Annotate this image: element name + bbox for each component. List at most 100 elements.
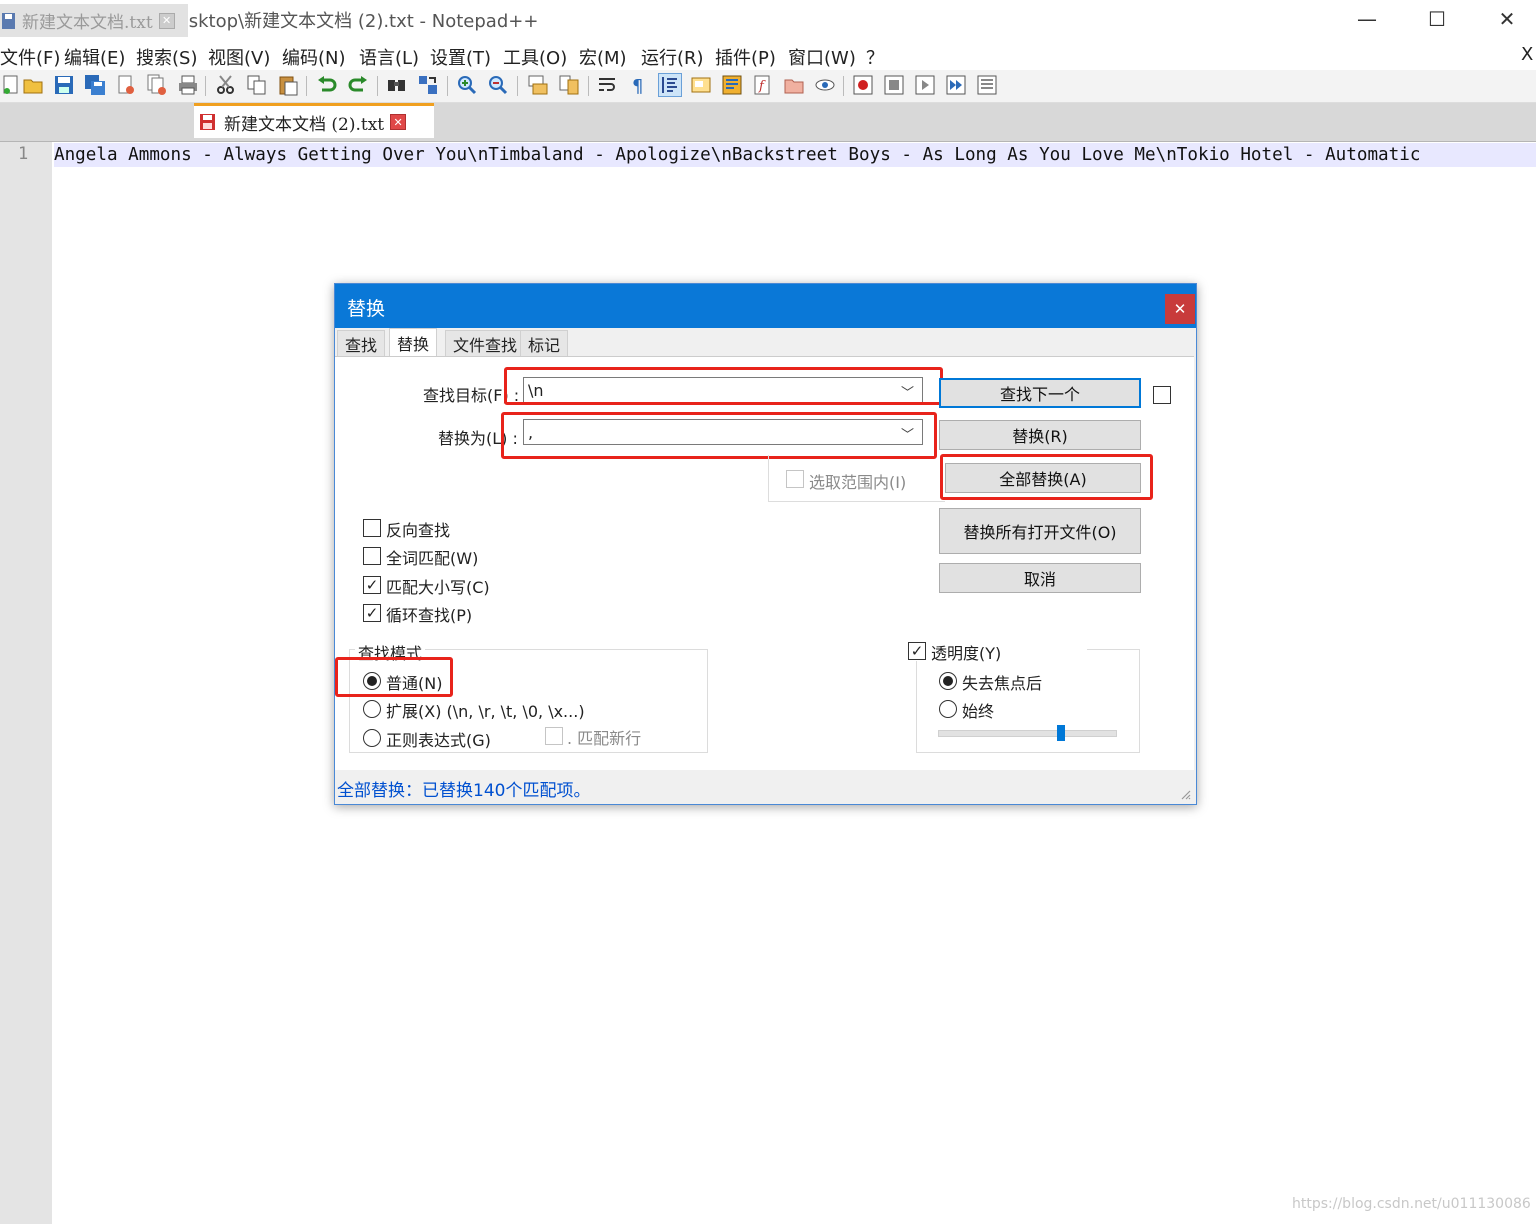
- sync-vertical-icon[interactable]: [527, 74, 549, 96]
- toolbar-separator: [588, 76, 589, 96]
- save-icon[interactable]: [53, 74, 75, 96]
- paste-icon[interactable]: [277, 74, 299, 96]
- menu-run[interactable]: 运行(R): [641, 44, 704, 70]
- function-list-icon[interactable]: [721, 74, 743, 96]
- minimize-button[interactable]: —: [1332, 0, 1402, 38]
- cut-icon[interactable]: [215, 74, 237, 96]
- doc-map-icon[interactable]: [690, 74, 712, 96]
- always-radio[interactable]: [939, 700, 957, 718]
- watermark: https://blog.csdn.net/u011130086: [1292, 1196, 1531, 1212]
- record-macro-icon[interactable]: [852, 74, 874, 96]
- menu-edit[interactable]: 编辑(E): [64, 44, 125, 70]
- close-all-icon[interactable]: [146, 74, 168, 96]
- close-document-button[interactable]: X: [1521, 44, 1533, 65]
- find-next-option-checkbox[interactable]: [1153, 386, 1171, 404]
- dot-newline-checkbox[interactable]: [545, 727, 563, 745]
- title-bar: *C:\Users\dfwd\Desktop\新建文本文档 (2).txt - …: [0, 0, 1536, 38]
- menu-file[interactable]: 文件(F): [0, 44, 60, 70]
- lang-icon[interactable]: f: [752, 74, 774, 96]
- undo-icon[interactable]: [316, 74, 338, 96]
- save-all-icon[interactable]: [84, 74, 106, 96]
- toolbar-separator: [517, 76, 518, 96]
- word-wrap-icon[interactable]: [597, 74, 619, 96]
- show-all-chars-icon[interactable]: ¶: [628, 74, 650, 96]
- slider-thumb[interactable]: [1057, 725, 1065, 741]
- new-file-icon[interactable]: [0, 74, 22, 96]
- play-macro-icon[interactable]: [914, 74, 936, 96]
- status-message: 全部替换：已替换140个匹配项。: [337, 781, 591, 801]
- tab-close-icon[interactable]: ✕: [390, 114, 407, 130]
- menu-language[interactable]: 语言(L): [359, 44, 419, 70]
- backward-search-checkbox[interactable]: [363, 519, 381, 537]
- dot-newline-label: . 匹配新行: [567, 729, 642, 748]
- menu-help[interactable]: ？: [866, 44, 884, 70]
- menu-encoding[interactable]: 编码(N): [282, 44, 346, 70]
- copy-icon[interactable]: [246, 74, 268, 96]
- zoom-out-icon[interactable]: [487, 74, 509, 96]
- wrap-around-label: 循环查找(P): [386, 606, 473, 625]
- tab-find-in-files[interactable]: 文件查找: [445, 330, 526, 357]
- always-label: 始终: [962, 702, 995, 721]
- transparency-label: 透明度(Y): [931, 644, 1002, 663]
- checkmark-icon: ✓: [910, 641, 924, 660]
- checkmark-icon: ✓: [365, 603, 379, 622]
- transparency-checkbox[interactable]: ✓: [908, 642, 926, 660]
- on-lose-focus-radio[interactable]: [939, 672, 957, 690]
- redo-icon[interactable]: [347, 74, 369, 96]
- in-selection-checkbox[interactable]: [786, 470, 804, 488]
- zoom-in-icon[interactable]: [456, 74, 478, 96]
- saved-file-icon: [2, 12, 15, 29]
- replace-all-open-files-button[interactable]: 替换所有打开文件(O): [939, 508, 1141, 554]
- replace-button[interactable]: 替换(R): [939, 420, 1141, 450]
- menu-view[interactable]: 视图(V): [208, 44, 270, 70]
- folder-workspace-icon[interactable]: [783, 74, 805, 96]
- dialog-close-button[interactable]: ✕: [1165, 294, 1195, 324]
- save-macro-icon[interactable]: [976, 74, 998, 96]
- replace-icon[interactable]: [417, 74, 439, 96]
- open-file-icon[interactable]: [22, 74, 44, 96]
- dialog-title-bar[interactable]: 替换 ✕: [335, 284, 1196, 328]
- radio-selected-dot: [943, 676, 953, 686]
- menu-search[interactable]: 搜索(S): [136, 44, 197, 70]
- tab-find[interactable]: 查找: [337, 330, 386, 357]
- print-icon[interactable]: [177, 74, 199, 96]
- resize-grip-icon[interactable]: [1181, 790, 1191, 800]
- tab-mark[interactable]: 标记: [520, 330, 569, 357]
- menu-settings[interactable]: 设置(T): [430, 44, 491, 70]
- dialog-panel: 查找目标(F) : \n ﹀ 替换为(L) : , ﹀ 选取范围内(I) 查找下…: [335, 356, 1194, 771]
- close-button[interactable]: ✕: [1472, 0, 1536, 38]
- regex-mode-radio[interactable]: [363, 729, 381, 747]
- checkmark-icon: ✓: [365, 575, 379, 594]
- whole-word-label: 全词匹配(W): [386, 549, 479, 568]
- match-case-checkbox[interactable]: ✓: [363, 576, 381, 594]
- cancel-button[interactable]: 取消: [939, 563, 1141, 593]
- in-selection-label: 选取范围内(I): [809, 473, 907, 492]
- editor-line-1[interactable]: Angela Ammons - Always Getting Over You\…: [54, 143, 1536, 167]
- menu-tools[interactable]: 工具(O): [503, 44, 567, 70]
- tab-replace[interactable]: 替换: [389, 328, 438, 357]
- tab-new-text-document-2[interactable]: 新建文本文档 (2).txt ✕: [194, 103, 434, 138]
- highlight-replace-all: [940, 454, 1153, 500]
- extended-mode-radio[interactable]: [363, 700, 381, 718]
- find-next-button[interactable]: 查找下一个: [939, 378, 1141, 408]
- run-macro-multiple-icon[interactable]: [945, 74, 967, 96]
- maximize-button[interactable]: ☐: [1402, 0, 1472, 38]
- indent-guide-icon[interactable]: [658, 73, 682, 97]
- menu-window[interactable]: 窗口(W): [788, 44, 856, 70]
- regex-mode-label: 正则表达式(G): [386, 731, 491, 750]
- menu-plugins[interactable]: 插件(P): [715, 44, 776, 70]
- whole-word-checkbox[interactable]: [363, 547, 381, 565]
- match-case-label: 匹配大小写(C): [386, 578, 490, 597]
- close-file-icon[interactable]: [115, 74, 137, 96]
- tab-new-text-document[interactable]: 新建文本文档.txt ✕: [0, 4, 188, 37]
- menu-macro[interactable]: 宏(M): [579, 44, 627, 70]
- toolbar-separator: [377, 76, 378, 96]
- tab-close-icon[interactable]: ✕: [158, 12, 175, 29]
- wrap-around-checkbox[interactable]: ✓: [363, 604, 381, 622]
- sync-horizontal-icon[interactable]: [558, 74, 580, 96]
- find-icon[interactable]: [386, 74, 408, 96]
- transparency-slider[interactable]: [938, 725, 1117, 741]
- stop-record-icon[interactable]: [883, 74, 905, 96]
- line-number: 1: [18, 144, 29, 164]
- monitor-icon[interactable]: [814, 74, 836, 96]
